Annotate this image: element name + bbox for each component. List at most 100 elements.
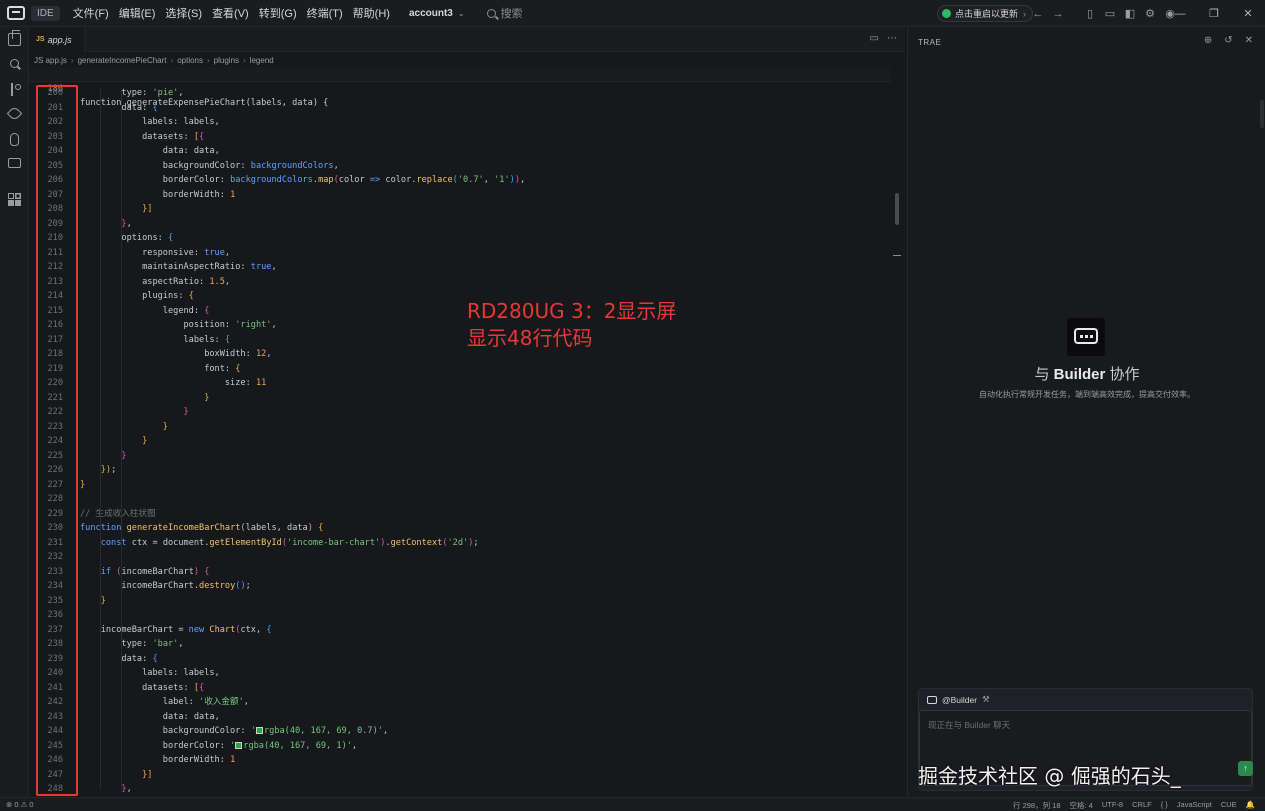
code-line[interactable]: 229// 生成收入柱状图	[29, 507, 891, 522]
breadcrumb-file[interactable]: JS app.js	[34, 56, 67, 65]
tab-app-js[interactable]: JS app.js	[29, 27, 85, 52]
back-arrow-icon[interactable]: ←	[1028, 8, 1048, 20]
code-line[interactable]: 245 borderColor: ' rgba(40, 167, 69, 1)',	[29, 739, 891, 754]
menu-help[interactable]: 帮助(H)	[348, 5, 395, 21]
code-editor[interactable]: 186 function generateExpensePieChart(lab…	[29, 67, 905, 796]
code-line[interactable]: 242 label: '收入金额',	[29, 695, 891, 710]
menu-terminal[interactable]: 终端(T)	[302, 5, 348, 21]
code-line[interactable]: 228	[29, 492, 891, 507]
code-line[interactable]: 225 }	[29, 449, 891, 464]
code-line[interactable]: 226 });	[29, 463, 891, 478]
more-actions-icon[interactable]: ⋯	[887, 33, 897, 44]
line-ending[interactable]: CRLF	[1132, 800, 1152, 811]
code-line[interactable]: 216 position: 'right',	[29, 318, 891, 333]
code-line[interactable]: 239 data: {	[29, 652, 891, 667]
language-mode[interactable]: JavaScript	[1177, 800, 1212, 811]
toggle-sidebar-icon[interactable]: ▯	[1080, 7, 1100, 20]
code-line[interactable]: 215 legend: {	[29, 304, 891, 319]
breadcrumb-legend[interactable]: legend	[250, 56, 274, 65]
agent-mention[interactable]: @Builder ⚒	[927, 694, 990, 705]
explorer-icon[interactable]	[8, 30, 21, 46]
code-line[interactable]: 231 const ctx = document.getElementById(…	[29, 536, 891, 551]
panel-scrollbar[interactable]	[1260, 100, 1264, 128]
split-editor-icon[interactable]: ▭	[870, 33, 879, 44]
code-line[interactable]: 219 font: {	[29, 362, 891, 377]
code-line[interactable]: 210 options: {	[29, 231, 891, 246]
remote-monitor-icon[interactable]	[8, 158, 21, 168]
new-chat-icon[interactable]: ⊕	[1204, 35, 1212, 46]
code-line[interactable]: 217 labels: {	[29, 333, 891, 348]
search-box[interactable]: 搜索	[486, 5, 523, 21]
menu-view[interactable]: 查看(V)	[207, 5, 254, 21]
notifications-bell-icon[interactable]: 🔔	[1246, 800, 1255, 811]
code-line[interactable]: 247 }]	[29, 768, 891, 783]
debug-bug-icon[interactable]	[10, 133, 19, 146]
code-line[interactable]: 213 aspectRatio: 1.5,	[29, 275, 891, 290]
code-line[interactable]: 220 size: 11	[29, 376, 891, 391]
code-line[interactable]: 201 data: {	[29, 101, 891, 116]
code-line[interactable]: 211 responsive: true,	[29, 246, 891, 261]
menu-selection[interactable]: 选择(S)	[160, 5, 207, 21]
menu-file[interactable]: 文件(F)	[68, 5, 114, 21]
encoding[interactable]: UTF-8	[1102, 800, 1123, 811]
history-icon[interactable]: ↺	[1224, 35, 1232, 46]
close-panel-icon[interactable]: ✕	[1245, 35, 1253, 46]
toggle-secondary-sidebar-icon[interactable]: ◧	[1120, 7, 1140, 20]
code-line[interactable]: 240 labels: labels,	[29, 666, 891, 681]
code-line[interactable]: 212 maintainAspectRatio: true,	[29, 260, 891, 275]
breadcrumb-plugins[interactable]: plugins	[214, 56, 239, 65]
minimize-icon[interactable]: —	[1163, 8, 1197, 20]
cue-status[interactable]: CUE	[1221, 800, 1237, 811]
code-line[interactable]: 233 if (incomeBarChart) {	[29, 565, 891, 580]
code-line[interactable]: 243 data: data,	[29, 710, 891, 725]
code-line[interactable]: 227}	[29, 478, 891, 493]
code-line[interactable]: 206 borderColor: backgroundColors.map(co…	[29, 173, 891, 188]
toggle-panel-icon[interactable]: ▭	[1100, 7, 1120, 20]
code-line[interactable]: 234 incomeBarChart.destroy();	[29, 579, 891, 594]
code-line[interactable]: 235 }	[29, 594, 891, 609]
code-line[interactable]: 224 }	[29, 434, 891, 449]
editor-scrollbar[interactable]	[895, 193, 899, 225]
preview-eye-icon[interactable]	[6, 105, 23, 122]
account-switcher[interactable]: account3 ⌄	[409, 8, 465, 19]
code-line[interactable]: 218 boxWidth: 12,	[29, 347, 891, 362]
extensions-icon[interactable]	[8, 193, 21, 206]
problems-count[interactable]: ⊗ 0 ⚠ 0	[6, 800, 34, 809]
code-line[interactable]: 203 datasets: [{	[29, 130, 891, 145]
maximize-icon[interactable]: ❐	[1197, 7, 1231, 20]
restart-update-button[interactable]: 点击重启以更新 ›	[937, 5, 1034, 22]
braces-icon[interactable]: { }	[1161, 800, 1168, 811]
breadcrumb-function[interactable]: generateIncomePieChart	[78, 56, 167, 65]
code-line[interactable]: 222 }	[29, 405, 891, 420]
menu-goto[interactable]: 转到(G)	[254, 5, 302, 21]
code-line[interactable]: 208 }]	[29, 202, 891, 217]
code-line[interactable]: 238 type: 'bar',	[29, 637, 891, 652]
code-line[interactable]: 246 borderWidth: 1	[29, 753, 891, 768]
menu-edit[interactable]: 编辑(E)	[114, 5, 161, 21]
close-window-icon[interactable]: ✕	[1231, 7, 1265, 20]
send-icon[interactable]: ↑	[1238, 761, 1253, 776]
code-line[interactable]: 248 },	[29, 782, 891, 796]
code-line[interactable]: 223 }	[29, 420, 891, 435]
code-line[interactable]: 244 backgroundColor: ' rgba(40, 167, 69, …	[29, 724, 891, 739]
code-line[interactable]: 232	[29, 550, 891, 565]
search-files-icon[interactable]	[8, 58, 21, 71]
code-line[interactable]: 236	[29, 608, 891, 623]
code-line[interactable]: 204 data: data,	[29, 144, 891, 159]
code-line[interactable]: 209 },	[29, 217, 891, 232]
ide-badge[interactable]: IDE	[31, 5, 60, 21]
code-line[interactable]: 237 incomeBarChart = new Chart(ctx, {	[29, 623, 891, 638]
settings-gear-icon[interactable]: ⚙	[1140, 7, 1160, 20]
code-line[interactable]: 230function generateIncomeBarChart(label…	[29, 521, 891, 536]
code-line[interactable]: 202 labels: labels,	[29, 115, 891, 130]
cursor-position[interactable]: 行 298，列 18	[1013, 800, 1061, 811]
source-control-icon[interactable]	[8, 83, 21, 96]
indentation[interactable]: 空格: 4	[1070, 800, 1093, 811]
sticky-scroll-line[interactable]: 186 function generateExpensePieChart(lab…	[29, 67, 891, 108]
forward-arrow-icon[interactable]: →	[1048, 8, 1068, 20]
code-line[interactable]: 241 datasets: [{	[29, 681, 891, 696]
breadcrumb-options[interactable]: options	[177, 56, 203, 65]
code-line[interactable]: 207 borderWidth: 1	[29, 188, 891, 203]
code-line[interactable]: 214 plugins: {	[29, 289, 891, 304]
tools-icon[interactable]: ⚒	[982, 694, 990, 705]
